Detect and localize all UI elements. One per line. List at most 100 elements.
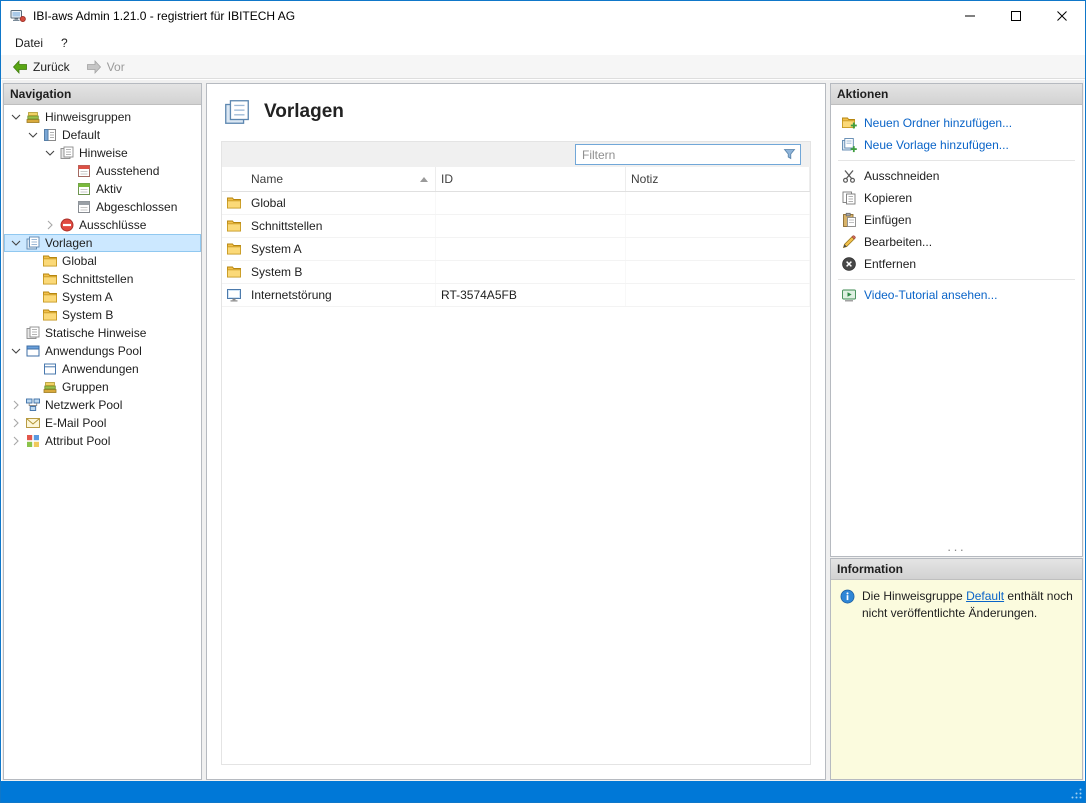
column-header-id[interactable]: ID: [436, 167, 626, 191]
tree-item-system-b[interactable]: System B: [4, 306, 201, 324]
information-text: Die Hinweisgruppe Default enthält noch n…: [862, 588, 1073, 622]
notice-done-icon: [75, 199, 93, 215]
table-cell: [436, 215, 626, 237]
back-arrow-icon: [12, 59, 28, 75]
table-cell: System B: [246, 261, 436, 283]
tree-item-schnittstellen[interactable]: Schnittstellen: [4, 270, 201, 288]
paste-icon: [841, 212, 857, 228]
tree-item-e-mail-pool[interactable]: E-Mail Pool: [4, 414, 201, 432]
table-cell: [436, 238, 626, 260]
table-cell: System A: [246, 238, 436, 260]
forward-button[interactable]: Vor: [79, 57, 132, 77]
menu-help[interactable]: ?: [52, 33, 77, 53]
panel-splitter[interactable]: ···: [831, 543, 1082, 556]
chevron-down-icon[interactable]: [8, 235, 24, 251]
tree-item-label: Aktiv: [93, 182, 122, 196]
tree-item-anwendungs-pool[interactable]: Anwendungs Pool: [4, 342, 201, 360]
tree-item-default[interactable]: Default: [4, 126, 201, 144]
notices-icon: [58, 145, 76, 161]
table-row-schnittstellen[interactable]: Schnittstellen: [222, 215, 810, 238]
close-button[interactable]: [1039, 1, 1085, 31]
table-row-system-b[interactable]: System B: [222, 261, 810, 284]
action-bearbeiten[interactable]: Bearbeiten...: [831, 231, 1082, 253]
resize-grip[interactable]: [1070, 787, 1083, 800]
actions-separator: [838, 279, 1075, 280]
action-label: Entfernen: [864, 257, 916, 271]
tree-item-ausschl-sse[interactable]: Ausschlüsse: [4, 216, 201, 234]
tree-item-system-a[interactable]: System A: [4, 288, 201, 306]
chevron-down-icon[interactable]: [25, 127, 41, 143]
filter-input[interactable]: [582, 148, 783, 162]
table-row-system-a[interactable]: System A: [222, 238, 810, 261]
content-panel: Vorlagen Name ID Notiz GlobalSchnittstelle…: [206, 83, 826, 780]
tree-item-gruppen[interactable]: Gruppen: [4, 378, 201, 396]
default-group-link[interactable]: Default: [966, 589, 1004, 603]
chevron-right-icon[interactable]: [8, 415, 24, 431]
action-video-tutorial-ansehen[interactable]: Video-Tutorial ansehen...: [831, 284, 1082, 306]
action-ausschneiden[interactable]: Ausschneiden: [831, 165, 1082, 187]
menu-datei[interactable]: Datei: [6, 33, 52, 53]
tree-item-hinweisgruppen[interactable]: Hinweisgruppen: [4, 108, 201, 126]
video-icon: [841, 287, 857, 303]
tree-item-netzwerk-pool[interactable]: Netzwerk Pool: [4, 396, 201, 414]
column-header-label: Name: [251, 172, 283, 186]
tree-item-label: Hinweise: [76, 146, 128, 160]
navigation-tree: HinweisgruppenDefault Hinweise Ausstehend A…: [4, 105, 201, 450]
title-bar: IBI-aws Admin 1.21.0 - registriert für I…: [1, 1, 1085, 31]
template-add-icon: [841, 137, 857, 153]
tree-item-label: Abgeschlossen: [93, 200, 177, 214]
tree-item-hinweise[interactable]: Hinweise: [4, 144, 201, 162]
tree-item-vorlagen[interactable]: Vorlagen: [4, 234, 201, 252]
chevron-right-icon[interactable]: [8, 397, 24, 413]
chevron-spacer: [25, 307, 41, 323]
filter-box: [575, 144, 801, 165]
content-header: Vorlagen: [207, 84, 825, 127]
tree-item-global[interactable]: Global: [4, 252, 201, 270]
column-header-label: ID: [441, 172, 453, 186]
chevron-right-icon[interactable]: [8, 433, 24, 449]
back-button[interactable]: Zurück: [5, 57, 77, 77]
table-cell: Schnittstellen: [246, 215, 436, 237]
tree-item-aktiv[interactable]: Aktiv: [4, 180, 201, 198]
action-einf-gen[interactable]: Einfügen: [831, 209, 1082, 231]
column-header-notiz[interactable]: Notiz: [626, 167, 810, 191]
action-neue-vorlage-hinzuf-gen[interactable]: Neue Vorlage hinzufügen...: [831, 134, 1082, 156]
tree-item-label: Statische Hinweise: [42, 326, 146, 340]
app-pool-icon: [24, 343, 42, 359]
chevron-right-icon[interactable]: [42, 217, 58, 233]
tree-item-label: E-Mail Pool: [42, 416, 106, 430]
chevron-spacer: [25, 361, 41, 377]
tree-item-statische-hinweise[interactable]: Statische Hinweise: [4, 324, 201, 342]
chevron-spacer: [25, 253, 41, 269]
minimize-button[interactable]: [947, 1, 993, 31]
table-cell: Internetstörung: [246, 284, 436, 306]
action-kopieren[interactable]: Kopieren: [831, 187, 1082, 209]
filter-funnel-icon[interactable]: [783, 148, 796, 161]
info-icon: [840, 589, 855, 604]
table-row-internetst-rung[interactable]: InternetstörungRT-3574A5FB: [222, 284, 810, 307]
chevron-spacer: [59, 199, 75, 215]
scissors-icon: [841, 168, 857, 184]
chevron-down-icon[interactable]: [8, 109, 24, 125]
column-header-icon: [222, 167, 246, 191]
table-row-global[interactable]: Global: [222, 192, 810, 215]
delete-icon: [841, 256, 857, 272]
tree-item-ausstehend[interactable]: Ausstehend: [4, 162, 201, 180]
maximize-button[interactable]: [993, 1, 1039, 31]
app-window: IBI-aws Admin 1.21.0 - registriert für I…: [0, 0, 1086, 803]
tree-item-label: Schnittstellen: [59, 272, 133, 286]
tree-item-anwendungen[interactable]: Anwendungen: [4, 360, 201, 378]
action-entfernen[interactable]: Entfernen: [831, 253, 1082, 275]
tree-item-attribut-pool[interactable]: Attribut Pool: [4, 432, 201, 450]
column-header-name[interactable]: Name: [246, 167, 436, 191]
actions-panel-header: Aktionen: [831, 84, 1082, 105]
chevron-down-icon[interactable]: [42, 145, 58, 161]
window-controls: [947, 1, 1085, 31]
tree-item-abgeschlossen[interactable]: Abgeschlossen: [4, 198, 201, 216]
action-neuen-ordner-hinzuf-gen[interactable]: Neuen Ordner hinzufügen...: [831, 112, 1082, 134]
email-icon: [24, 415, 42, 431]
tree-item-label: System A: [59, 290, 113, 304]
notice-active-icon: [75, 181, 93, 197]
folder-icon: [222, 192, 246, 214]
chevron-down-icon[interactable]: [8, 343, 24, 359]
